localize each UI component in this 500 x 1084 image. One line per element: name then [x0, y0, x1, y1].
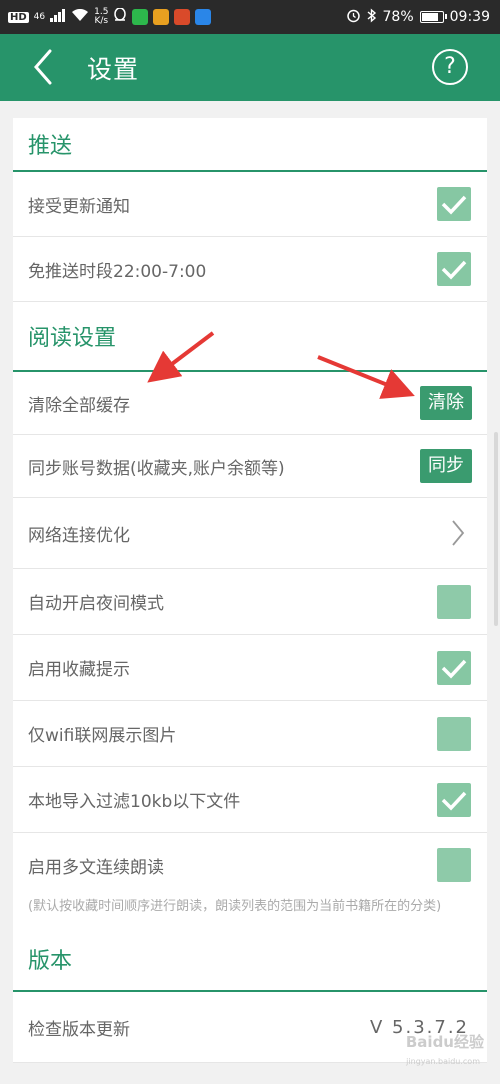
- bluetooth-icon: [367, 7, 377, 27]
- status-bar-left: HD 46 1.5 K/s: [8, 0, 212, 34]
- checkmark-icon: [441, 659, 467, 679]
- watermark-logo: Baidu经验: [405, 1033, 484, 1051]
- setting-label: 启用收藏提示: [28, 660, 130, 680]
- section-title-reading: 阅读设置: [13, 302, 487, 372]
- status-bar-right: 78% 09:39: [346, 0, 490, 34]
- app-bar: 设置 ?: [0, 34, 500, 101]
- back-arrow-icon: [34, 49, 52, 85]
- setting-row-continuous-read[interactable]: 启用多文连续朗读: [13, 833, 487, 897]
- setting-row-sync: 同步账号数据(收藏夹,账户余额等) 同步: [13, 435, 487, 498]
- setting-label: 网络连接优化: [28, 525, 130, 546]
- settings-list: 推送 接受更新通知 免推送时段22:00-7:00 阅读设置 清除全部缓存 清除…: [13, 118, 487, 1063]
- continuous-read-checkbox[interactable]: [437, 848, 471, 882]
- checkmark-icon: [441, 195, 467, 215]
- clock: 09:39: [449, 9, 490, 25]
- watermark-url: jingyan.baidu.com: [406, 1057, 480, 1066]
- chevron-right-icon: [452, 520, 465, 546]
- setting-label: 清除全部缓存: [28, 395, 130, 416]
- setting-label: 自动开启夜间模式: [28, 594, 164, 614]
- setting-label: 免推送时段22:00-7:00: [28, 261, 207, 282]
- setting-row-check-update[interactable]: 检查版本更新 V 5.3.7.2: [13, 992, 487, 1063]
- setting-row-network[interactable]: 网络连接优化: [13, 498, 487, 569]
- alarm-icon: [346, 8, 361, 27]
- back-button[interactable]: [26, 46, 66, 88]
- checkmark-icon: [441, 791, 467, 811]
- checkmark-icon: [441, 260, 467, 280]
- setting-label: 启用多文连续朗读: [28, 857, 164, 878]
- browser-notification-icon: [195, 9, 212, 25]
- setting-label: 接受更新通知: [28, 196, 130, 217]
- network-type: 46: [33, 12, 46, 22]
- wifi-icon: [71, 8, 89, 26]
- sync-button[interactable]: 同步: [420, 449, 472, 483]
- setting-row-quiet-hours[interactable]: 免推送时段22:00-7:00: [13, 237, 487, 302]
- battery-percent: 78%: [382, 9, 414, 25]
- status-bar: HD 46 1.5 K/s 78% 09:39: [0, 0, 500, 34]
- clear-cache-button[interactable]: 清除: [420, 386, 472, 420]
- quiet-hours-checkbox[interactable]: [437, 252, 471, 286]
- continuous-read-note: (默认按收藏时间顺序进行朗读，朗读列表的范围为当前书籍所在的分类): [13, 897, 487, 928]
- signal-icon: [50, 8, 66, 26]
- setting-row-fav-tip[interactable]: 启用收藏提示: [13, 635, 487, 701]
- app-notification-icon: [132, 9, 149, 25]
- scrollbar[interactable]: [494, 432, 498, 626]
- qq-icon: [113, 6, 127, 27]
- setting-row-wifi-images[interactable]: 仅wifi联网展示图片: [13, 701, 487, 767]
- hd-indicator: HD: [8, 11, 29, 23]
- section-title-push: 推送: [13, 118, 487, 172]
- night-mode-checkbox[interactable]: [437, 584, 471, 619]
- battery-icon: [419, 11, 447, 23]
- help-button[interactable]: ?: [432, 49, 468, 85]
- setting-label: 本地导入过滤10kb以下文件: [28, 792, 241, 812]
- fav-tip-checkbox[interactable]: [437, 650, 471, 685]
- net-speed: 1.5 K/s: [94, 8, 108, 26]
- setting-label: 同步账号数据(收藏夹,账户余额等): [28, 458, 285, 479]
- section-title-version: 版本: [13, 928, 487, 992]
- news-notification-icon: [174, 9, 191, 25]
- setting-row-night-mode[interactable]: 自动开启夜间模式: [13, 569, 487, 635]
- net-speed-unit: K/s: [94, 16, 109, 26]
- setting-row-update-notify[interactable]: 接受更新通知: [13, 172, 487, 237]
- setting-row-filter[interactable]: 本地导入过滤10kb以下文件: [13, 767, 487, 833]
- filter-checkbox[interactable]: [437, 782, 471, 817]
- setting-label: 仅wifi联网展示图片: [28, 726, 177, 746]
- wifi-images-checkbox[interactable]: [437, 716, 471, 751]
- page-title: 设置: [87, 55, 140, 84]
- game-notification-icon: [153, 9, 170, 25]
- update-notify-checkbox[interactable]: [437, 187, 471, 221]
- setting-row-clear-cache: 清除全部缓存 清除: [13, 372, 487, 435]
